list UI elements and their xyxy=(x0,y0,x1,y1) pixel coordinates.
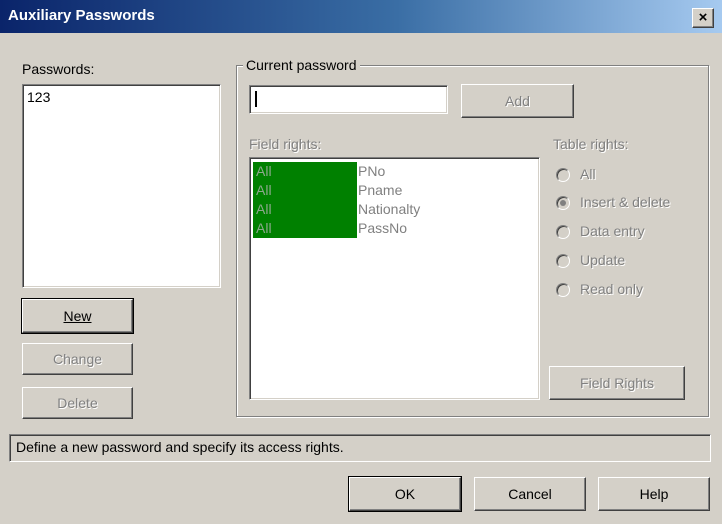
field-rights-value: All xyxy=(253,181,357,200)
field-name: Pname xyxy=(358,182,403,198)
current-password-group-label: Current password xyxy=(243,57,360,73)
change-button-label: Change xyxy=(52,351,103,367)
radio-insert-delete-label: Insert & delete xyxy=(580,194,671,210)
field-name: PNo xyxy=(358,163,386,179)
password-list-item[interactable]: 123 xyxy=(27,89,50,105)
title-bar[interactable]: Auxiliary Passwords × xyxy=(0,0,722,33)
table-rights-label: Table rights: xyxy=(553,136,629,152)
add-button-label: Add xyxy=(505,93,530,109)
radio-read-only-label: Read only xyxy=(580,281,644,297)
field-rights-row[interactable]: All Nationalty xyxy=(253,200,553,219)
radio-data-entry-label: Data entry xyxy=(580,223,645,239)
close-icon: × xyxy=(698,9,708,26)
field-rights-value: All xyxy=(253,162,357,181)
field-rights-value: All xyxy=(253,200,357,219)
auxiliary-passwords-dialog: Auxiliary Passwords × Passwords: 123 New… xyxy=(0,0,722,524)
delete-button[interactable]: Delete xyxy=(22,387,133,419)
field-rights-button[interactable]: Field Rights xyxy=(549,366,685,400)
status-bar: Define a new password and specify its ac… xyxy=(9,434,711,462)
ok-button-label: OK xyxy=(394,486,416,502)
help-button[interactable]: Help xyxy=(598,477,710,511)
radio-button-icon xyxy=(556,283,570,297)
radio-button-icon xyxy=(556,225,570,239)
new-button[interactable]: New xyxy=(21,298,134,334)
delete-button-label: Delete xyxy=(57,395,98,411)
ok-button[interactable]: OK xyxy=(348,476,462,512)
cancel-button[interactable]: Cancel xyxy=(474,477,586,511)
radio-all-label: All xyxy=(580,166,596,182)
field-name: PassNo xyxy=(358,220,408,236)
current-password-input[interactable] xyxy=(249,85,448,114)
field-rights-list[interactable]: All PNo All Pname All Nationalty All Pas… xyxy=(249,157,540,400)
radio-button-icon xyxy=(556,168,570,182)
radio-update-label: Update xyxy=(580,252,626,268)
status-text: Define a new password and specify its ac… xyxy=(16,439,344,455)
field-rights-row[interactable]: All PNo xyxy=(253,162,553,181)
field-rights-label: Field rights: xyxy=(249,136,322,152)
change-button[interactable]: Change xyxy=(22,343,133,375)
radio-button-checked-icon xyxy=(556,196,570,210)
field-name: Nationalty xyxy=(358,201,421,217)
new-button-label: New xyxy=(63,308,92,324)
field-rights-value: All xyxy=(253,219,357,238)
text-cursor xyxy=(255,91,257,107)
help-button-label: Help xyxy=(639,486,669,502)
field-rights-row[interactable]: All PassNo xyxy=(253,219,553,238)
add-button[interactable]: Add xyxy=(461,84,574,118)
radio-button-icon xyxy=(556,254,570,268)
cancel-button-label: Cancel xyxy=(508,486,552,502)
passwords-list[interactable]: 123 xyxy=(22,84,221,288)
close-button[interactable]: × xyxy=(692,8,714,28)
passwords-label: Passwords: xyxy=(22,61,95,77)
field-rights-button-label: Field Rights xyxy=(580,375,654,391)
window-title: Auxiliary Passwords xyxy=(8,7,155,24)
field-rights-row[interactable]: All Pname xyxy=(253,181,553,200)
